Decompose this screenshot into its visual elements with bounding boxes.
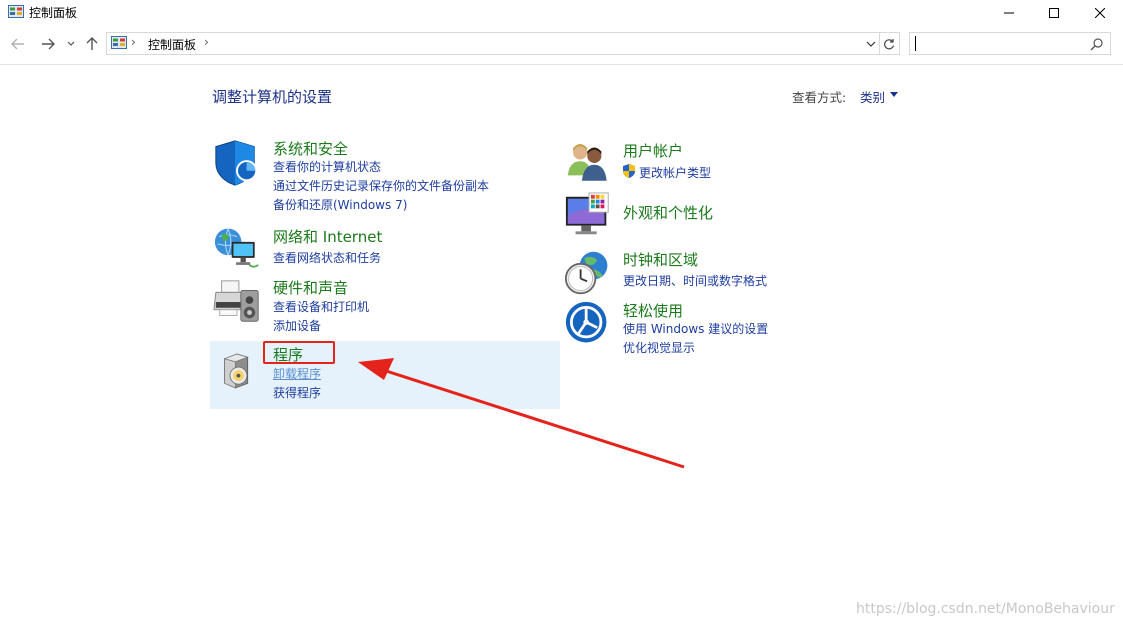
- category-appearance: 外观和个性化: [564, 191, 884, 241]
- refresh-button[interactable]: [878, 32, 900, 55]
- link-uninstall-program[interactable]: 卸载程序: [273, 365, 321, 382]
- maximize-icon: [1049, 7, 1059, 18]
- link-add-device[interactable]: 添加设备: [273, 317, 321, 334]
- link-get-programs[interactable]: 获得程序: [273, 384, 321, 401]
- text-cursor: [915, 36, 916, 51]
- maximize-button[interactable]: [1031, 0, 1077, 25]
- link-view-computer-status[interactable]: 查看你的计算机状态: [273, 158, 381, 175]
- recent-locations-button[interactable]: [64, 34, 78, 54]
- breadcrumb-separator-icon[interactable]: ›: [131, 35, 136, 49]
- view-by-dropdown[interactable]: 类别: [860, 87, 885, 106]
- refresh-icon: [883, 38, 894, 49]
- category-network-internet: 网络和 Internet 查看网络状态和任务: [212, 226, 532, 271]
- category-title[interactable]: 时钟和区域: [623, 249, 698, 270]
- category-ease-of-access: 轻松使用 使用 Windows 建议的设置 优化视觉显示: [564, 300, 884, 355]
- clock-globe-icon[interactable]: [564, 249, 612, 297]
- category-system-security: 系统和安全 查看你的计算机状态 通过文件历史记录保存你的文件备份副本 备份和还原…: [212, 138, 532, 213]
- printer-icon[interactable]: [212, 277, 262, 327]
- link-change-account-type[interactable]: 更改帐户类型: [639, 164, 711, 181]
- close-button[interactable]: [1077, 0, 1123, 25]
- control-panel-icon: [111, 36, 127, 49]
- breadcrumb-separator-icon[interactable]: ›: [204, 35, 209, 49]
- category-clock-region: 时钟和区域 更改日期、时间或数字格式: [564, 249, 884, 297]
- monitor-palette-icon[interactable]: [564, 191, 614, 241]
- watermark-text: https://blog.csdn.net/MonoBehaviour: [856, 601, 1115, 617]
- window-title: 控制面板: [29, 6, 78, 20]
- annotation-arrow: [358, 358, 685, 469]
- accessibility-icon[interactable]: [564, 300, 612, 348]
- category-title[interactable]: 用户帐户: [623, 140, 683, 161]
- page-title: 调整计算机的设置: [212, 88, 333, 106]
- category-title[interactable]: 网络和 Internet: [273, 226, 382, 247]
- network-globe-icon[interactable]: [212, 226, 262, 272]
- forward-arrow-icon: [42, 38, 55, 50]
- search-input[interactable]: [909, 32, 1111, 55]
- link-file-history-backup[interactable]: 通过文件历史记录保存你的文件备份副本: [273, 177, 489, 194]
- category-user-accounts: 用户帐户 更改帐户类型: [564, 140, 884, 185]
- caret-down-icon[interactable]: [890, 92, 898, 97]
- breadcrumb-control-panel[interactable]: 控制面板: [148, 36, 196, 53]
- chevron-down-icon: [67, 41, 75, 46]
- category-programs: 程序 卸载程序 获得程序: [212, 344, 532, 401]
- title-bar: 控制面板: [0, 0, 1123, 25]
- back-arrow-icon: [11, 38, 24, 50]
- search-icon[interactable]: [1090, 37, 1104, 51]
- control-panel-icon: [8, 5, 24, 18]
- minimize-icon: [1004, 12, 1014, 13]
- category-title[interactable]: 系统和安全: [273, 138, 348, 159]
- forward-button[interactable]: [38, 34, 58, 54]
- close-icon: [1095, 7, 1105, 18]
- annotation-highlight-box: [263, 341, 335, 364]
- navigation-bar: › 控制面板 ›: [0, 30, 1123, 58]
- link-change-date-time-format[interactable]: 更改日期、时间或数字格式: [623, 272, 767, 289]
- back-button[interactable]: [8, 34, 28, 54]
- view-by-label: 查看方式:: [792, 90, 847, 105]
- link-network-status[interactable]: 查看网络状态和任务: [273, 249, 381, 266]
- toolbar-divider: [0, 64, 1123, 65]
- address-bar[interactable]: › 控制面板 ›: [106, 32, 880, 55]
- shield-icon[interactable]: [212, 138, 262, 188]
- category-hardware-sound: 硬件和声音 查看设备和打印机 添加设备: [212, 277, 532, 334]
- link-optimize-visual-display[interactable]: 优化视觉显示: [623, 339, 695, 356]
- minimize-button[interactable]: [986, 0, 1032, 25]
- up-arrow-icon: [86, 37, 98, 50]
- link-recommended-settings[interactable]: 使用 Windows 建议的设置: [623, 320, 768, 337]
- chevron-down-icon[interactable]: [864, 37, 878, 51]
- category-title[interactable]: 硬件和声音: [273, 277, 348, 298]
- uac-shield-icon: [623, 164, 635, 178]
- users-icon[interactable]: [564, 140, 614, 186]
- programs-disc-icon[interactable]: [220, 348, 260, 394]
- category-title[interactable]: 轻松使用: [623, 300, 683, 321]
- link-backup-restore[interactable]: 备份和还原(Windows 7): [273, 196, 407, 213]
- category-title[interactable]: 外观和个性化: [623, 202, 713, 223]
- link-devices-printers[interactable]: 查看设备和打印机: [273, 298, 369, 315]
- up-button[interactable]: [82, 34, 102, 54]
